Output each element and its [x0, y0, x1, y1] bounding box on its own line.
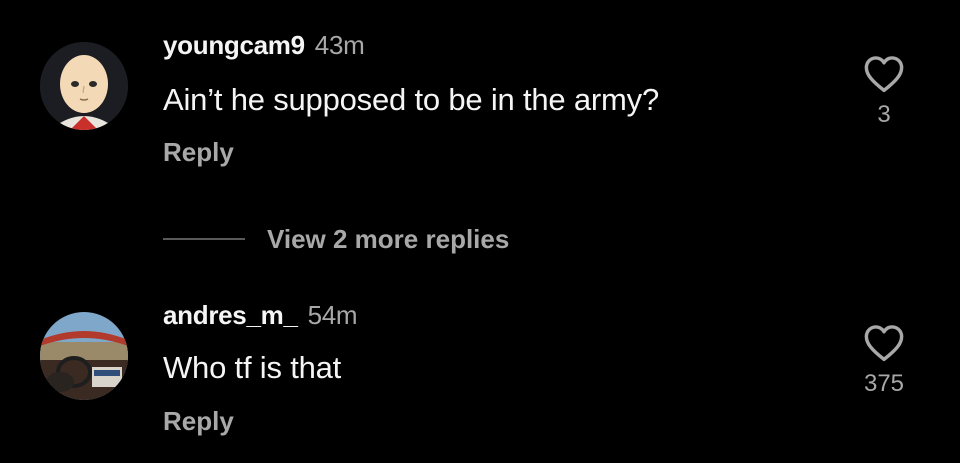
comment-item: andres_m_ 54m Who tf is that Reply 375	[0, 270, 960, 463]
username[interactable]: andres_m_	[163, 300, 298, 330]
comment-header: youngcam9 43m	[163, 30, 365, 61]
like-control[interactable]: 375	[854, 324, 914, 398]
comment-item: youngcam9 43m Ain’t he supposed to be in …	[0, 0, 960, 200]
username[interactable]: youngcam9	[163, 30, 305, 60]
timestamp: 43m	[314, 30, 365, 60]
comment-header: andres_m_ 54m	[163, 300, 358, 331]
comment-text: Ain’t he supposed to be in the army?	[163, 82, 660, 117]
avatar[interactable]	[40, 42, 128, 130]
reply-button[interactable]: Reply	[163, 137, 234, 168]
like-control[interactable]: 3	[854, 55, 914, 129]
like-count: 375	[863, 370, 905, 397]
car-driver-photo-avatar	[40, 312, 128, 400]
comment-text: Who tf is that	[163, 350, 342, 385]
bald-cartoon-avatar-icon	[40, 42, 128, 130]
timestamp: 54m	[307, 300, 358, 330]
like-count: 3	[877, 101, 891, 128]
divider-line	[163, 238, 245, 240]
view-more-replies-button[interactable]: View 2 more replies	[163, 222, 509, 256]
reply-button[interactable]: Reply	[163, 406, 234, 437]
heart-icon[interactable]	[863, 55, 905, 93]
view-more-replies-label: View 2 more replies	[267, 223, 510, 254]
avatar[interactable]	[40, 312, 128, 400]
heart-icon[interactable]	[863, 324, 905, 362]
